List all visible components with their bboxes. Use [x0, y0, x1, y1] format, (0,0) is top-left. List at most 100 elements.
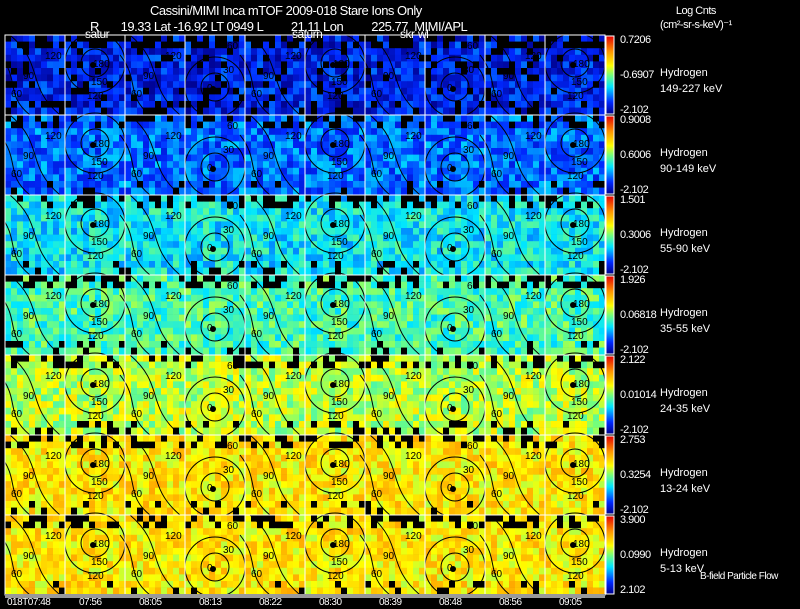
heatmap-cell — [557, 128, 564, 136]
heatmap-cell — [431, 327, 438, 335]
heatmap-cell — [5, 261, 12, 268]
heatmap-cell — [449, 275, 456, 282]
heatmap-cell — [209, 195, 216, 202]
heatmap-cell — [365, 294, 372, 302]
heatmap-cell — [401, 308, 408, 315]
heatmap-cell — [113, 68, 120, 75]
heatmap-cell — [509, 208, 516, 216]
heatmap-cell — [257, 321, 264, 329]
heatmap-cell — [119, 275, 126, 282]
heatmap-cell — [509, 174, 516, 182]
contour-label: 30 — [463, 305, 475, 316]
heatmap-cell — [197, 208, 204, 216]
heatmap-cell — [179, 314, 186, 322]
heatmap-cell — [41, 195, 48, 202]
heatmap-cell — [437, 261, 444, 268]
heatmap-cell — [527, 187, 534, 195]
heatmap-cell — [113, 261, 120, 268]
contour-label: 60 — [371, 169, 383, 180]
heatmap-cell — [539, 247, 546, 255]
heatmap-cell — [365, 195, 372, 202]
heatmap-cell — [311, 201, 318, 209]
heatmap-cell — [17, 107, 24, 115]
heatmap-cell — [107, 267, 114, 275]
heatmap-cell — [503, 161, 510, 169]
heatmap-cell — [299, 347, 306, 355]
heatmap-cell — [431, 81, 438, 89]
heatmap-cell — [557, 267, 564, 275]
heatmap-cell — [419, 174, 426, 182]
heatmap-cell — [53, 281, 60, 289]
heatmap-cell — [53, 61, 60, 69]
heatmap-cell — [395, 221, 402, 229]
heatmap-cell — [425, 294, 432, 302]
heatmap-cell — [425, 241, 432, 249]
heatmap-cell — [515, 308, 522, 315]
heatmap-cell — [59, 221, 66, 229]
heatmap-cell — [461, 321, 468, 329]
heatmap-cell — [185, 121, 192, 129]
heatmap-cell — [275, 134, 282, 142]
heatmap-cell — [263, 327, 270, 335]
heatmap-cell — [563, 241, 570, 249]
heatmap-cell — [485, 107, 492, 115]
heatmap-cell — [371, 281, 378, 289]
heatmap-cell — [491, 148, 498, 155]
heatmap-cell — [71, 107, 78, 115]
heatmap-cell — [119, 81, 126, 89]
heatmap-cell — [425, 161, 432, 169]
heatmap-cell — [131, 141, 138, 149]
heatmap-cell — [323, 275, 330, 282]
heatmap-cell — [23, 141, 30, 149]
heatmap-cell — [401, 241, 408, 249]
heatmap-cell — [365, 54, 372, 62]
heatmap-cell — [263, 341, 270, 348]
heatmap-cell — [59, 267, 66, 275]
heatmap-cell — [449, 61, 456, 69]
heatmap-cell — [533, 101, 540, 108]
heatmap-cell — [533, 261, 540, 268]
heatmap-cell — [305, 275, 312, 282]
heatmap-cell — [425, 221, 432, 229]
heatmap-cell — [209, 214, 216, 222]
heatmap-cell — [179, 61, 186, 69]
heatmap-cell — [17, 115, 24, 122]
heatmap-cell — [179, 35, 186, 42]
heatmap-cell — [191, 174, 198, 182]
heatmap-cell — [407, 167, 414, 175]
heatmap-cell — [287, 314, 294, 322]
heatmap-cell — [161, 141, 168, 149]
contour-label: 120 — [165, 131, 182, 142]
heatmap-cell — [293, 247, 300, 255]
heatmap-cell — [149, 241, 156, 249]
heatmap-cell — [599, 161, 606, 169]
heatmap-cell — [413, 195, 420, 202]
heatmap-cell — [131, 288, 138, 296]
heatmap-cell — [299, 121, 306, 129]
heatmap-cell — [155, 208, 162, 216]
heatmap-cell — [341, 261, 348, 268]
heatmap-cell — [419, 195, 426, 202]
heatmap-cell — [47, 167, 54, 175]
contour-label: 0 — [207, 243, 213, 254]
heatmap-cell — [503, 254, 510, 262]
heatmap-cell — [53, 334, 60, 342]
heatmap-cell — [599, 94, 606, 102]
heatmap-cell — [113, 308, 120, 315]
heatmap-cell — [167, 81, 174, 89]
heatmap-cell — [323, 181, 330, 188]
heatmap-cell — [329, 41, 336, 49]
heatmap-cell — [173, 195, 180, 202]
heatmap-cell — [425, 208, 432, 216]
heatmap-cell — [323, 301, 330, 309]
heatmap-cell — [503, 261, 510, 268]
heatmap-cell — [545, 247, 552, 255]
heatmap-cell — [395, 214, 402, 222]
heatmap-cell — [185, 141, 192, 149]
heatmap-cell — [395, 288, 402, 296]
heatmap-cell — [29, 254, 36, 262]
heatmap-cell — [287, 174, 294, 182]
heatmap-cell — [317, 241, 324, 249]
heatmap-cell — [275, 101, 282, 108]
heatmap-cell — [65, 321, 72, 329]
